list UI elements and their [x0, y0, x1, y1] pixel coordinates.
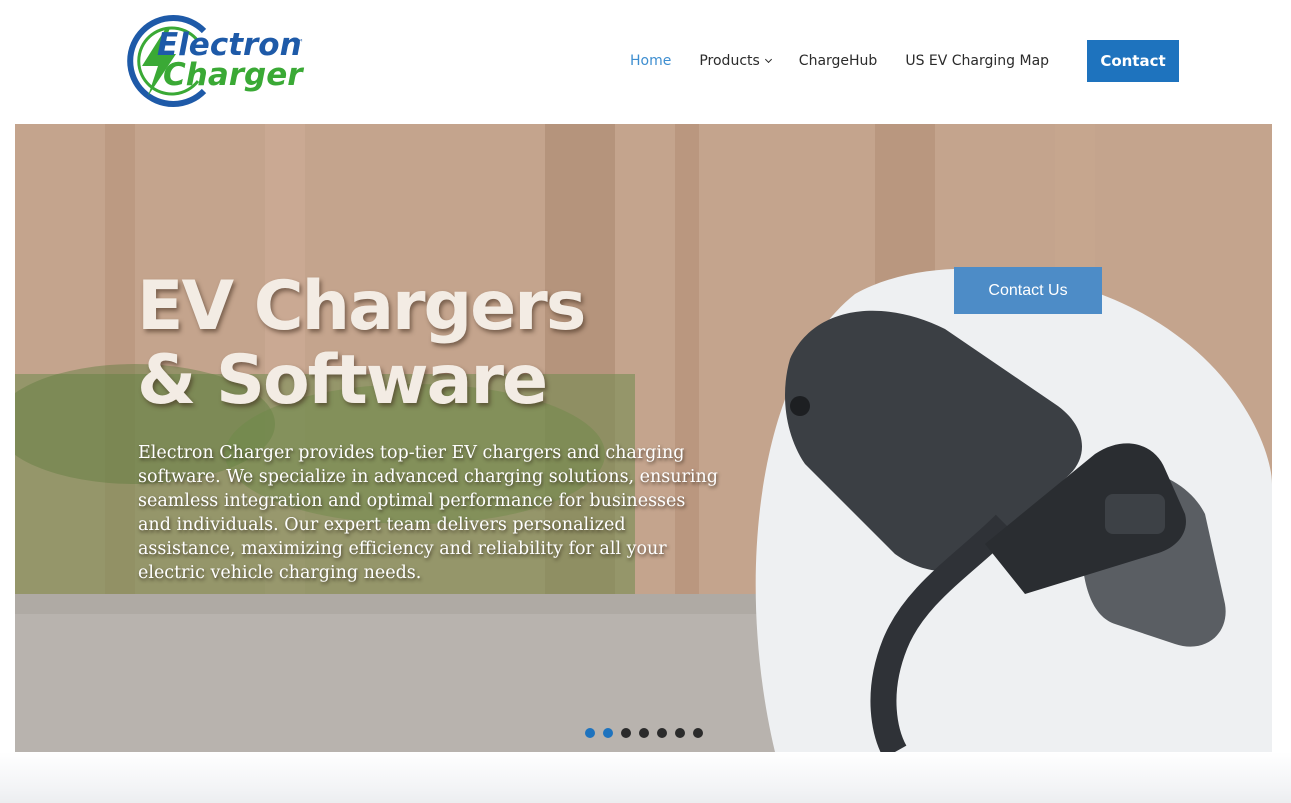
nav-item-home[interactable]: Home: [630, 53, 671, 69]
slider-dot-5[interactable]: [657, 728, 667, 738]
slider-pagination: [585, 728, 703, 738]
chevron-down-icon: [764, 55, 772, 64]
nav-item-products[interactable]: Products: [699, 53, 772, 69]
nav-item-ev-charging-map[interactable]: US EV Charging Map: [905, 53, 1049, 69]
slider-dot-1[interactable]: [585, 728, 595, 738]
site-header: Electron Charger ™ Home Products ChargeH…: [0, 0, 1291, 124]
logo-word-charger: Charger: [163, 57, 304, 93]
hero-description: Electron Charger provides top-tier EV ch…: [138, 443, 718, 583]
slider-dot-4[interactable]: [639, 728, 649, 738]
slider-dot-2[interactable]: [603, 728, 613, 738]
slider-dot-6[interactable]: [675, 728, 685, 738]
electron-charger-logo[interactable]: Electron Charger ™: [108, 14, 308, 108]
slider-dot-7[interactable]: [693, 728, 703, 738]
nav-item-chargehub[interactable]: ChargeHub: [799, 53, 878, 69]
hero-background-image: [15, 124, 1272, 752]
hero-title-line-2: & Software: [137, 341, 548, 420]
hero-title: EV Chargers & Software: [137, 270, 737, 418]
main-nav: Home Products ChargeHub US EV Charging M…: [616, 40, 1063, 82]
section-divider: [0, 752, 1291, 803]
logo-trademark: ™: [296, 38, 304, 47]
slider-dot-3[interactable]: [621, 728, 631, 738]
hero-title-line-1: EV Chargers: [137, 267, 586, 346]
nav-item-products-label: Products: [699, 53, 760, 69]
hero-slider: EV Chargers & Software Electron Charger …: [15, 124, 1272, 752]
contact-us-button[interactable]: Contact Us: [954, 267, 1102, 314]
contact-button[interactable]: Contact: [1087, 40, 1179, 82]
lightning-bolt-icon: Electron Charger ™: [127, 15, 304, 107]
